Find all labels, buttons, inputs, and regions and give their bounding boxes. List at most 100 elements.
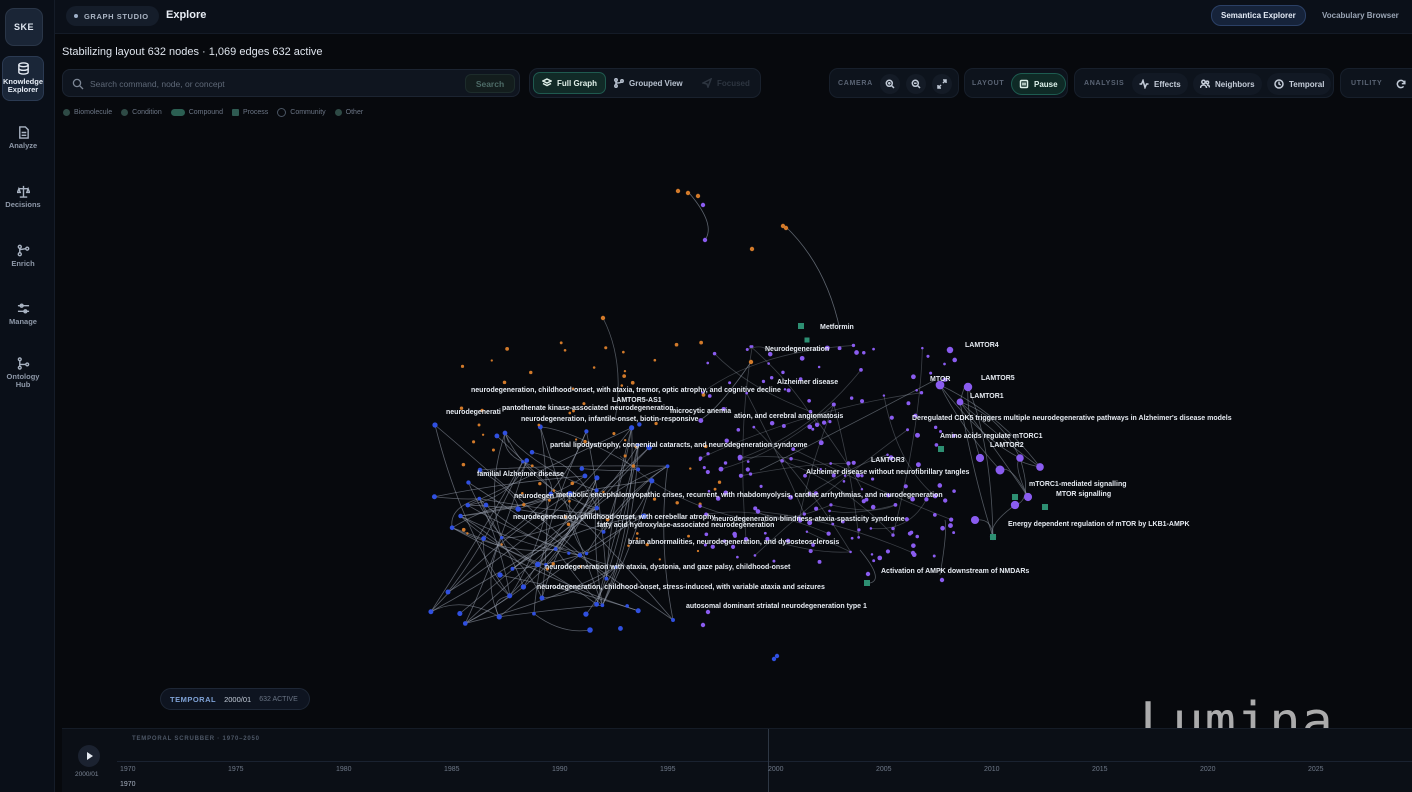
graph-node[interactable]	[861, 499, 866, 504]
graph-node[interactable]	[746, 460, 750, 463]
graph-node[interactable]	[903, 484, 908, 489]
graph-node[interactable]	[872, 559, 876, 563]
graph-node[interactable]	[831, 402, 836, 407]
graph-node[interactable]	[635, 608, 641, 614]
graph-node[interactable]	[566, 522, 571, 527]
graph-node[interactable]	[851, 460, 856, 465]
graph-node[interactable]	[748, 472, 753, 476]
graph-node[interactable]	[539, 595, 545, 601]
graph-node[interactable]	[769, 376, 774, 380]
graph-node[interactable]	[939, 577, 945, 583]
graph-node[interactable]	[818, 440, 824, 446]
graph-node[interactable]	[630, 380, 635, 385]
graph-node[interactable]	[702, 466, 706, 470]
graph-node[interactable]	[675, 501, 679, 505]
graph-node[interactable]	[849, 550, 852, 554]
graph-node[interactable]	[821, 420, 827, 425]
graph-node[interactable]	[952, 489, 956, 493]
graph-node[interactable]	[915, 462, 921, 468]
graph-node[interactable]	[524, 458, 530, 463]
graph-node[interactable]	[625, 604, 629, 608]
graph-node[interactable]	[674, 342, 679, 347]
graph-node[interactable]	[529, 370, 533, 375]
graph-node[interactable]	[510, 566, 515, 571]
graph-node[interactable]	[461, 462, 466, 467]
graph-node[interactable]	[530, 464, 534, 468]
node-label[interactable]: Energy dependent regulation of mTOR by L…	[1008, 521, 1190, 528]
graph-node[interactable]	[553, 547, 558, 551]
graph-node[interactable]	[699, 340, 704, 345]
zoom-in-button[interactable]	[880, 74, 900, 94]
graph-node[interactable]	[864, 580, 870, 586]
node-label[interactable]: ation, and cerebral angiomatosis	[734, 413, 843, 420]
graph-node[interactable]	[490, 359, 493, 362]
graph-node[interactable]	[911, 552, 917, 558]
graph-node[interactable]	[483, 502, 489, 508]
graph-node[interactable]	[780, 459, 784, 463]
graph-node[interactable]	[915, 534, 920, 539]
graph-node[interactable]	[713, 487, 717, 491]
node-label[interactable]: LAMTOR2	[990, 442, 1024, 449]
graph-node[interactable]	[763, 531, 767, 535]
graph-node[interactable]	[700, 622, 706, 628]
graph-node[interactable]	[956, 398, 964, 406]
pause-layout-button[interactable]: Pause	[1011, 73, 1066, 95]
graph-node[interactable]	[828, 420, 832, 424]
graph-node[interactable]	[749, 246, 755, 252]
legend-process[interactable]: Process	[231, 108, 268, 117]
node-label[interactable]: neurodegeneration, childhood-onset, with…	[513, 514, 715, 521]
graph-node[interactable]	[497, 572, 503, 578]
graph-node[interactable]	[702, 237, 708, 243]
legend-condition[interactable]: Condition	[121, 108, 162, 117]
scrubber-cursor[interactable]	[768, 729, 769, 792]
graph-node[interactable]	[911, 543, 916, 548]
graph-node[interactable]	[636, 467, 641, 472]
graph-node[interactable]	[870, 477, 875, 481]
graph-node[interactable]	[431, 494, 437, 500]
graph-node[interactable]	[933, 425, 938, 429]
node-label[interactable]: autosomal dominant striatal neurodegener…	[686, 603, 867, 610]
graph-node[interactable]	[893, 503, 898, 507]
sidebar-item-enrich[interactable]: Enrich	[0, 244, 46, 268]
node-label[interactable]: LAMTOR1	[970, 393, 1004, 400]
graph-node[interactable]	[737, 456, 742, 461]
graph-node[interactable]	[772, 559, 776, 563]
graph-node[interactable]	[695, 193, 701, 199]
graph-node[interactable]	[891, 526, 895, 531]
graph-node[interactable]	[700, 202, 706, 208]
graph-node[interactable]	[906, 401, 911, 406]
node-label[interactable]: LAMTOR3	[871, 457, 905, 464]
graph-node[interactable]	[990, 534, 996, 540]
app-logo[interactable]: SKE	[5, 8, 43, 46]
node-label[interactable]: neurodegeneration, childhood-onset, with…	[471, 387, 781, 394]
graph-node[interactable]	[604, 346, 608, 350]
graph-node[interactable]	[582, 473, 588, 479]
graph-node[interactable]	[689, 467, 692, 470]
node-label[interactable]: MTOR	[930, 376, 950, 383]
graph-node[interactable]	[828, 509, 831, 513]
graph-node[interactable]	[1012, 494, 1018, 500]
graph-node[interactable]	[736, 555, 739, 559]
graph-node[interactable]	[943, 362, 946, 366]
graph-node[interactable]	[807, 424, 813, 430]
graph-node[interactable]	[579, 466, 585, 471]
graph-node[interactable]	[748, 359, 754, 365]
graph-node[interactable]	[886, 453, 889, 457]
graph-node[interactable]	[921, 346, 924, 350]
refresh-button[interactable]	[1391, 74, 1411, 94]
graph-node[interactable]	[814, 506, 819, 511]
graph-node[interactable]	[769, 420, 775, 426]
graph-node[interactable]	[675, 188, 681, 194]
graph-node[interactable]	[502, 430, 508, 436]
graph-node[interactable]	[799, 355, 805, 361]
graph-node[interactable]	[814, 422, 820, 428]
graph-node[interactable]	[665, 464, 670, 469]
graph-node[interactable]	[781, 424, 786, 428]
temporal-status-chip[interactable]: TEMPORAL 2000/01 632 ACTIVE	[160, 688, 310, 710]
graph-node[interactable]	[529, 449, 535, 455]
graph-node[interactable]	[698, 458, 702, 462]
graph-node[interactable]	[584, 429, 589, 434]
graph-node[interactable]	[698, 418, 704, 424]
graph-node[interactable]	[723, 461, 728, 465]
node-label[interactable]: mTORC1-mediated signalling	[1029, 481, 1127, 488]
